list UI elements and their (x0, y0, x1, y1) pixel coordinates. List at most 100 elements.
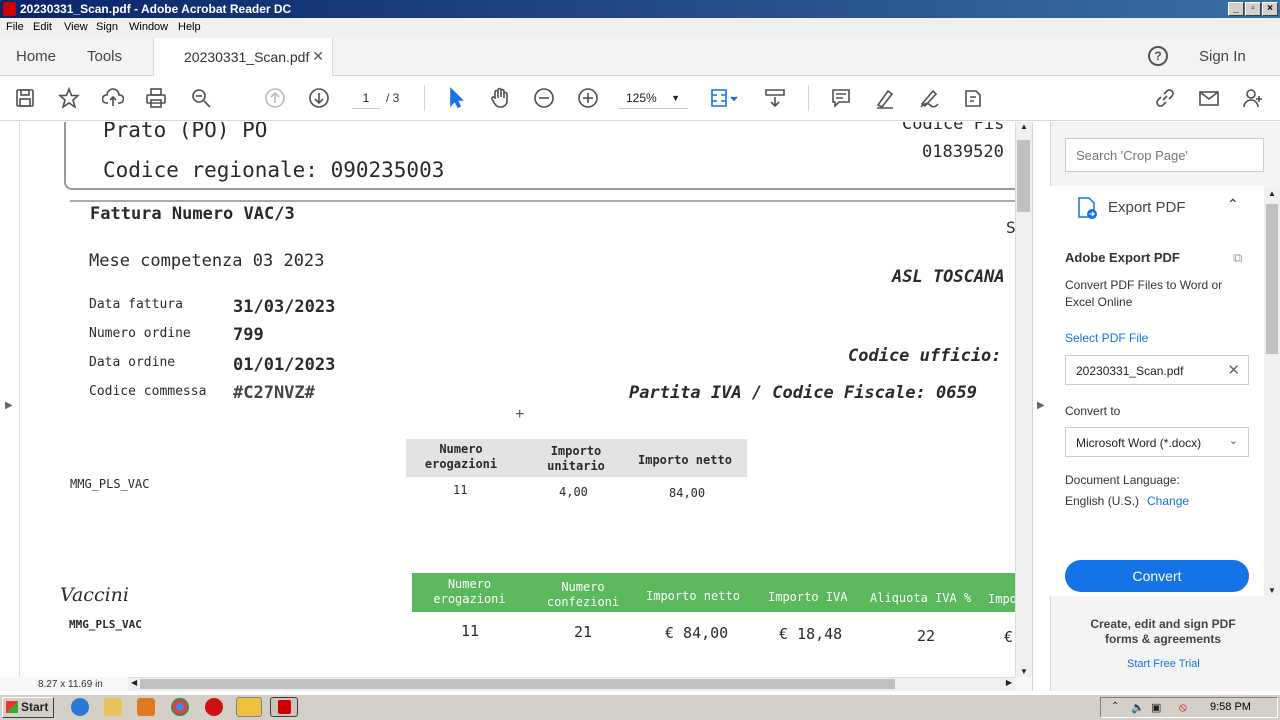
expand-left-pane-icon[interactable]: ▶ (5, 400, 13, 411)
codice-ufficio-label: Codice ufficio: (848, 346, 1002, 366)
zoom-search-icon[interactable] (188, 85, 214, 111)
address-city: Prato (PO) PO (103, 122, 268, 142)
taskbar (0, 694, 1280, 720)
stamp-edit-icon[interactable] (960, 85, 986, 111)
network-icon[interactable]: ▣ (1151, 701, 1161, 714)
fit-page-icon[interactable] (706, 85, 742, 111)
field-label: Numero ordine (89, 326, 191, 341)
help-icon[interactable]: ? (1148, 46, 1168, 66)
zoom-level-dropdown[interactable]: 125% ▼ (618, 87, 688, 109)
window-title: 20230331_Scan.pdf - Adobe Acrobat Reader… (20, 2, 292, 16)
crosshair-cursor-icon: + (515, 406, 525, 423)
page-number-input[interactable]: 1 (352, 87, 380, 109)
maximize-button[interactable]: ▫ (1245, 2, 1261, 16)
convert-button[interactable]: Convert (1065, 560, 1249, 592)
tab-document-label: 20230331_Scan.pdf (184, 49, 310, 65)
tab-home[interactable]: Home (16, 48, 56, 65)
next-page-icon[interactable] (306, 85, 332, 111)
share-link-icon[interactable] (1152, 85, 1178, 111)
scroll-up-icon[interactable]: ▲ (1020, 122, 1028, 131)
chevron-up-icon[interactable]: ⌃ (1227, 196, 1239, 213)
sign-pen-icon[interactable] (916, 85, 942, 111)
tool-search-input[interactable]: Search 'Crop Page' (1065, 138, 1264, 172)
opera-icon[interactable] (205, 698, 223, 716)
minimize-button[interactable]: _ (1228, 2, 1244, 16)
zoom-out-icon[interactable] (531, 85, 557, 111)
scroll-up-icon[interactable]: ▲ (1268, 189, 1276, 198)
copy-icon[interactable]: ⧉ (1233, 250, 1242, 266)
close-button[interactable]: × (1262, 2, 1278, 16)
menu-file[interactable]: File (6, 21, 24, 33)
horizontal-scroll-thumb[interactable] (140, 679, 895, 689)
competence-month: Mese competenza 03 2023 (89, 251, 325, 271)
start-button[interactable]: Start (2, 697, 54, 718)
save-icon[interactable] (12, 85, 38, 111)
clear-file-icon[interactable]: ✕ (1227, 361, 1240, 379)
taskbar-app-button[interactable] (236, 697, 262, 717)
field-value: 799 (233, 325, 264, 345)
convert-format-select[interactable]: Microsoft Word (*.docx) ⌄ (1065, 427, 1249, 457)
sign-in-link[interactable]: Sign In (1199, 48, 1246, 65)
scroll-down-icon[interactable]: ▼ (1020, 667, 1028, 676)
comment-icon[interactable] (828, 85, 854, 111)
folder-icon[interactable] (104, 698, 122, 716)
table2-cell: 11 (461, 622, 480, 640)
change-language-link[interactable]: Change (1147, 494, 1189, 508)
field-label: Codice commessa (89, 384, 207, 399)
system-tray: ⌃ 🔈 ▣ ⦸ (1100, 697, 1278, 718)
toolbar: 1 / 3 125% ▼ (0, 77, 1280, 121)
chevron-down-icon: ▼ (671, 93, 680, 103)
table2-header-cell: Aliquota IVA % (870, 591, 972, 605)
export-pdf-panel (1050, 186, 1264, 596)
pdf-page: Prato (PO) PO Codice regionale: 09023500… (20, 122, 1015, 678)
print-icon[interactable] (143, 85, 169, 111)
scroll-mode-icon[interactable] (762, 85, 788, 111)
security-warning-icon[interactable]: ⦸ (1179, 700, 1187, 715)
field-value: #C27NVZ# (233, 383, 315, 403)
table1-header-cell: Numero erogazioni (424, 442, 498, 471)
table1-header-cell: Importo unitario (547, 444, 605, 473)
table1-cell: 4,00 (559, 485, 588, 499)
export-pdf-icon (1076, 196, 1098, 220)
zoom-in-icon[interactable] (575, 85, 601, 111)
star-icon[interactable] (56, 85, 82, 111)
document-language-label: Document Language: (1065, 473, 1180, 487)
scroll-right-icon[interactable]: ▶ (1006, 678, 1012, 687)
tab-document[interactable]: 20230331_Scan.pdf ✕ (153, 38, 333, 76)
close-tab-icon[interactable]: ✕ (312, 48, 324, 65)
menu-sign[interactable]: Sign (96, 21, 118, 33)
tab-tools[interactable]: Tools (87, 48, 122, 65)
export-pdf-header[interactable]: Export PDF (1108, 199, 1186, 216)
menu-window[interactable]: Window (129, 21, 168, 33)
selected-file-name: 20230331_Scan.pdf (1076, 364, 1184, 378)
table1-cell: 84,00 (669, 486, 706, 500)
table2-cell: 22 (917, 627, 936, 645)
highlight-pen-icon[interactable] (872, 85, 898, 111)
internet-explorer-icon[interactable] (71, 698, 89, 716)
volume-icon[interactable]: 🔈 (1131, 701, 1145, 714)
previous-page-icon[interactable] (262, 85, 288, 111)
menu-help[interactable]: Help (178, 21, 201, 33)
scroll-left-icon[interactable]: ◀ (131, 678, 137, 687)
acrobat-taskbar-button[interactable] (270, 697, 298, 717)
menu-view[interactable]: View (64, 21, 88, 33)
start-free-trial-link[interactable]: Start Free Trial (1127, 658, 1200, 670)
table2-cell: € 18,48 (779, 625, 843, 643)
add-user-icon[interactable] (1240, 85, 1266, 111)
start-label: Start (21, 700, 49, 714)
scroll-down-icon[interactable]: ▼ (1268, 586, 1276, 595)
collapse-right-pane-icon[interactable]: ▶ (1037, 400, 1045, 411)
vertical-scroll-thumb[interactable] (1017, 140, 1030, 212)
chrome-icon[interactable] (171, 698, 189, 716)
pane-scroll-thumb[interactable] (1266, 204, 1278, 354)
hand-tool-icon[interactable] (487, 85, 513, 111)
tab-bar: Home Tools 20230331_Scan.pdf ✕ ? Sign In (0, 38, 1280, 76)
select-cursor-icon[interactable] (443, 85, 469, 111)
selected-file-field[interactable]: 20230331_Scan.pdf ✕ (1065, 355, 1249, 385)
show-hidden-icons[interactable]: ⌃ (1111, 701, 1119, 712)
menu-edit[interactable]: Edit (33, 21, 52, 33)
email-icon[interactable] (1196, 85, 1222, 111)
upload-cloud-icon[interactable] (100, 85, 126, 111)
select-file-link[interactable]: Select PDF File (1065, 331, 1148, 345)
media-player-icon[interactable] (137, 698, 155, 716)
